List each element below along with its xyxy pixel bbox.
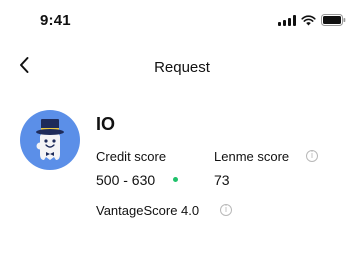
header: Request bbox=[0, 48, 364, 88]
signal-icon bbox=[278, 14, 296, 26]
wifi-icon bbox=[301, 14, 316, 25]
lenme-score-info-icon[interactable]: i bbox=[306, 150, 318, 162]
avatar bbox=[20, 110, 80, 170]
vantage-score-info-icon[interactable]: i bbox=[220, 204, 232, 216]
battery-icon bbox=[321, 14, 346, 26]
vantage-score-label: VantageScore 4.0 bbox=[96, 203, 200, 218]
page-title: Request bbox=[154, 59, 210, 76]
status-bar: 9:41 bbox=[0, 0, 364, 44]
lenme-score-value: 73 bbox=[214, 172, 230, 188]
profile-name: IO bbox=[96, 114, 116, 134]
status-time: 9:41 bbox=[40, 12, 71, 29]
top-hat-tooth-mascot-icon bbox=[23, 113, 77, 167]
status-icons bbox=[278, 14, 346, 26]
credit-score-value: 500 - 630 bbox=[96, 172, 156, 188]
credit-score-label: Credit score bbox=[96, 149, 167, 164]
credit-score-status-dot bbox=[173, 177, 178, 182]
lenme-score-label: Lenme score bbox=[214, 149, 290, 164]
